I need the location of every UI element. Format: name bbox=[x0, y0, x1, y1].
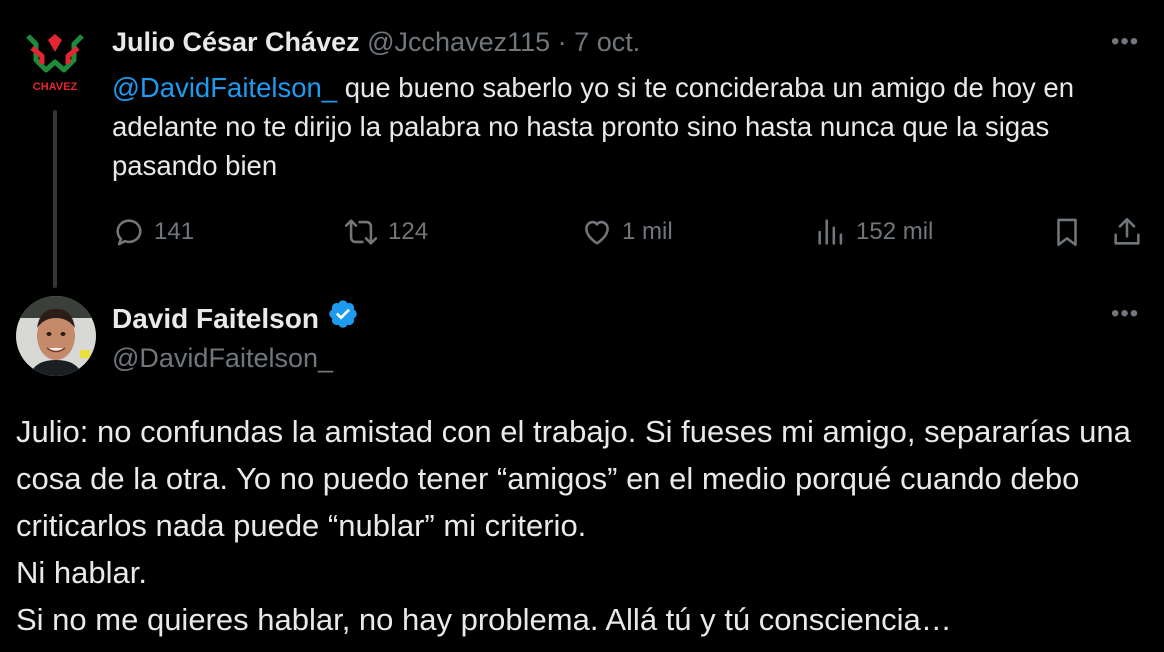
thread-connector-line bbox=[53, 110, 57, 288]
tweet1-handle[interactable]: @Jcchavez115 bbox=[367, 27, 550, 57]
reply-count: 141 bbox=[154, 218, 195, 245]
repost-count: 124 bbox=[388, 218, 429, 245]
tweet2-display-name[interactable]: David Faitelson bbox=[112, 300, 319, 338]
chavez-logo-avatar[interactable]: CHAVEZ bbox=[20, 26, 90, 96]
views-count: 152 mil bbox=[856, 218, 934, 245]
share-icon bbox=[1110, 215, 1144, 249]
tweet2-name-row: David Faitelson bbox=[112, 298, 359, 340]
tweet1-mention-link[interactable]: @DavidFaitelson_ bbox=[112, 72, 337, 103]
tweet1-action-bar: 141 124 1 mil 152 mil bbox=[0, 214, 1164, 250]
reply-icon bbox=[112, 215, 146, 249]
reply-button[interactable]: 141 bbox=[112, 214, 194, 250]
like-count: 1 mil bbox=[622, 218, 673, 245]
tweet1-display-name[interactable]: Julio César Chávez bbox=[112, 27, 360, 57]
bookmark-button[interactable] bbox=[1050, 214, 1084, 250]
repost-icon bbox=[342, 215, 380, 249]
like-button[interactable]: 1 mil bbox=[580, 214, 673, 250]
faitelson-avatar[interactable] bbox=[16, 296, 96, 376]
tweet2-handle[interactable]: @DavidFaitelson_ bbox=[112, 340, 333, 376]
heart-icon bbox=[580, 215, 614, 249]
views-button[interactable]: 152 mil bbox=[814, 214, 933, 250]
bookmark-icon bbox=[1050, 215, 1084, 249]
tweet1-more-button[interactable]: ••• bbox=[1111, 30, 1139, 54]
tweet1-body: @DavidFaitelson_ que bueno saberlo yo si… bbox=[112, 68, 1142, 185]
tweet2-body: Julio: no confundas la amistad con el tr… bbox=[16, 414, 1131, 637]
share-button[interactable] bbox=[1110, 214, 1144, 250]
tweet1-date[interactable]: 7 oct. bbox=[574, 27, 640, 57]
verified-badge-icon[interactable] bbox=[327, 298, 359, 340]
views-icon bbox=[814, 215, 848, 249]
tweet1-separator: · bbox=[557, 27, 567, 57]
logo-text: CHAVEZ bbox=[33, 81, 78, 93]
tweet-thread: CHAVEZ Julio César Chávez @Jcchavez115 ·… bbox=[0, 0, 1164, 652]
tweet2-more-button[interactable]: ••• bbox=[1111, 302, 1139, 326]
tweet1-header: Julio César Chávez @Jcchavez115 · 7 oct. bbox=[112, 24, 640, 60]
repost-button[interactable]: 124 bbox=[342, 214, 428, 250]
